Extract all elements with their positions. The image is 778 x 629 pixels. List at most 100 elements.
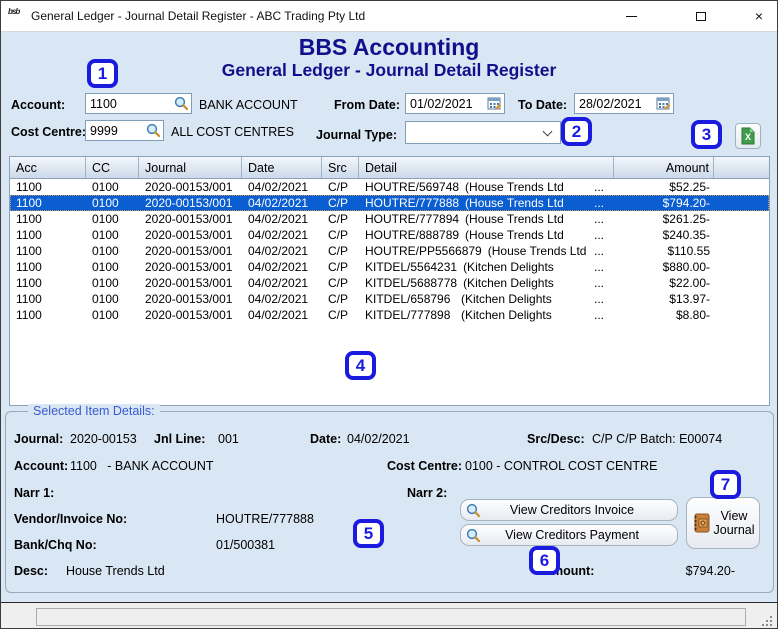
- table-row[interactable]: 1100 0100 2020-00153/001 04/02/2021 C/P KITDE…: [10, 307, 769, 323]
- column-header-cc[interactable]: CC: [86, 157, 139, 178]
- cell-cc: 0100: [92, 180, 119, 194]
- narr1-label: Narr 1:: [14, 486, 55, 500]
- cell-date: 04/02/2021: [248, 276, 309, 290]
- cell-journal: 2020-00153/001: [145, 212, 233, 226]
- to-date-input[interactable]: [575, 96, 656, 111]
- cell-journal: 2020-00153/001: [145, 308, 233, 322]
- column-header-date[interactable]: Date: [242, 157, 322, 178]
- annotation-badge-2: 2: [561, 117, 592, 146]
- magnifier-icon: [466, 528, 481, 543]
- excel-icon: X: [741, 127, 755, 145]
- cell-detail: KITDEL/777898 (Kitchen Delights...: [359, 308, 614, 322]
- group-title: Selected Item Details:: [28, 404, 160, 418]
- table-row[interactable]: 1100 0100 2020-00153/001 04/02/2021 C/P HOUTR…: [10, 211, 769, 227]
- column-header-amount[interactable]: Amount: [614, 157, 714, 178]
- column-header-journal[interactable]: Journal: [139, 157, 242, 178]
- cell-amount: $8.80-: [675, 308, 710, 322]
- svg-text:X: X: [745, 132, 751, 142]
- view-creditors-invoice-button[interactable]: View Creditors Invoice: [460, 499, 678, 521]
- view-journal-label-line2: Journal: [713, 523, 755, 537]
- resize-grip[interactable]: [759, 613, 772, 626]
- table-row[interactable]: 1100 0100 2020-00153/001 04/02/2021 C/P HOUTR…: [10, 227, 769, 243]
- annotation-badge-7: 7: [710, 470, 741, 499]
- minimize-icon: [625, 15, 637, 17]
- detail-name: (House Trends Ltd: [465, 180, 564, 194]
- detail-jnl-line-label: Jnl Line:: [154, 432, 206, 446]
- cost-centre-input[interactable]: [86, 123, 146, 138]
- status-panel: [36, 608, 746, 626]
- from-date-field[interactable]: [405, 93, 505, 114]
- cell-date: 04/02/2021: [248, 244, 309, 258]
- column-header-detail[interactable]: Detail: [359, 157, 614, 178]
- cell-cc: 0100: [92, 228, 119, 242]
- cell-detail: KITDEL/5688778 (Kitchen Delights...: [359, 276, 614, 290]
- cell-detail: HOUTRE/888789 (House Trends Ltd...: [359, 228, 614, 242]
- cell-detail: KITDEL/658796 (Kitchen Delights...: [359, 292, 614, 306]
- cell-journal: 2020-00153/001: [145, 180, 233, 194]
- view-creditors-payment-button[interactable]: View Creditors Payment: [460, 524, 678, 546]
- detail-src-desc-value: C/P C/P Batch: E00074: [592, 432, 723, 446]
- maximize-button[interactable]: [681, 1, 721, 31]
- cell-src: C/P: [328, 212, 349, 226]
- narr2-label: Narr 2:: [407, 486, 448, 500]
- cell-acc: 1100: [16, 308, 42, 322]
- table-row[interactable]: 1100 0100 2020-00153/001 04/02/2021 C/P KITDE…: [10, 259, 769, 275]
- from-date-calendar-icon[interactable]: [487, 96, 502, 111]
- table-row[interactable]: 1100 0100 2020-00153/001 04/02/2021 C/P KITDE…: [10, 291, 769, 307]
- detail-journal-value: 2020-00153: [70, 432, 137, 446]
- cell-cc: 0100: [92, 292, 119, 306]
- account-field[interactable]: [85, 93, 192, 114]
- detail-journal-label: Journal:: [14, 432, 64, 446]
- cell-cc: 0100: [92, 196, 119, 210]
- detail-ellipsis: ...: [593, 196, 604, 210]
- cost-centre-lookup-icon[interactable]: [146, 123, 161, 138]
- to-date-field[interactable]: [574, 93, 674, 114]
- desc-label: Desc:: [14, 564, 49, 578]
- export-excel-button[interactable]: X: [735, 123, 761, 149]
- from-date-input[interactable]: [406, 96, 487, 111]
- cell-amount: $110.55: [667, 244, 711, 258]
- cell-date: 04/02/2021: [248, 292, 309, 306]
- cell-src: C/P: [328, 244, 349, 258]
- close-button[interactable]: ×: [739, 1, 777, 31]
- table-body: 1100 0100 2020-00153/001 04/02/2021 C/P HOUTR…: [10, 179, 769, 323]
- column-header-src[interactable]: Src: [322, 157, 359, 178]
- detail-ref: KITDEL/777898: [365, 308, 451, 322]
- detail-cost-centre-label: Cost Centre:: [387, 459, 463, 473]
- cell-date: 04/02/2021: [248, 196, 309, 210]
- account-description: BANK ACCOUNT: [199, 98, 298, 112]
- column-header-acc[interactable]: Acc: [10, 157, 86, 178]
- account-input[interactable]: [86, 96, 174, 111]
- cell-cc: 0100: [92, 276, 119, 290]
- journal-type-dropdown[interactable]: [405, 121, 561, 144]
- detail-name: (Kitchen Delights: [461, 308, 552, 322]
- selected-item-details-group: Selected Item Details: Journal: 2020-001…: [5, 404, 774, 593]
- cell-src: C/P: [328, 180, 349, 194]
- cell-src: C/P: [328, 276, 349, 290]
- minimize-button[interactable]: [611, 1, 651, 31]
- cell-journal: 2020-00153/001: [145, 276, 233, 290]
- detail-ref: KITDEL/5688778: [365, 276, 458, 290]
- view-journal-label-line1: View: [720, 509, 748, 523]
- detail-ellipsis: ...: [593, 212, 604, 226]
- application-window: bsb General Ledger - Journal Detail Regi…: [0, 0, 778, 629]
- annotation-badge-6: 6: [529, 546, 560, 575]
- table-row[interactable]: 1100 0100 2020-00153/001 04/02/2021 C/P HOUTR…: [10, 243, 769, 259]
- cell-acc: 1100: [16, 292, 42, 306]
- account-lookup-icon[interactable]: [174, 96, 189, 111]
- cost-centre-field[interactable]: [85, 120, 164, 141]
- detail-ref: HOUTRE/569748: [365, 180, 460, 194]
- chevron-down-icon: [542, 126, 553, 137]
- status-bar: [1, 602, 777, 628]
- to-date-calendar-icon[interactable]: [656, 96, 671, 111]
- table-row[interactable]: 1100 0100 2020-00153/001 04/02/2021 C/P HOUTR…: [10, 179, 769, 195]
- cell-detail: HOUTRE/777894 (House Trends Ltd...: [359, 212, 614, 226]
- cell-cc: 0100: [92, 308, 119, 322]
- table-row[interactable]: 1100 0100 2020-00153/001 04/02/2021 C/P HOUTR…: [10, 195, 769, 211]
- detail-name: (House Trends Ltd: [487, 244, 587, 258]
- cell-amount: $240.35-: [662, 228, 710, 242]
- view-creditors-payment-label: View Creditors Payment: [505, 528, 639, 542]
- table-row[interactable]: 1100 0100 2020-00153/001 04/02/2021 C/P KITDE…: [10, 275, 769, 291]
- view-journal-button[interactable]: View Journal: [686, 497, 760, 549]
- vendor-invoice-value: HOUTRE/777888: [216, 512, 314, 526]
